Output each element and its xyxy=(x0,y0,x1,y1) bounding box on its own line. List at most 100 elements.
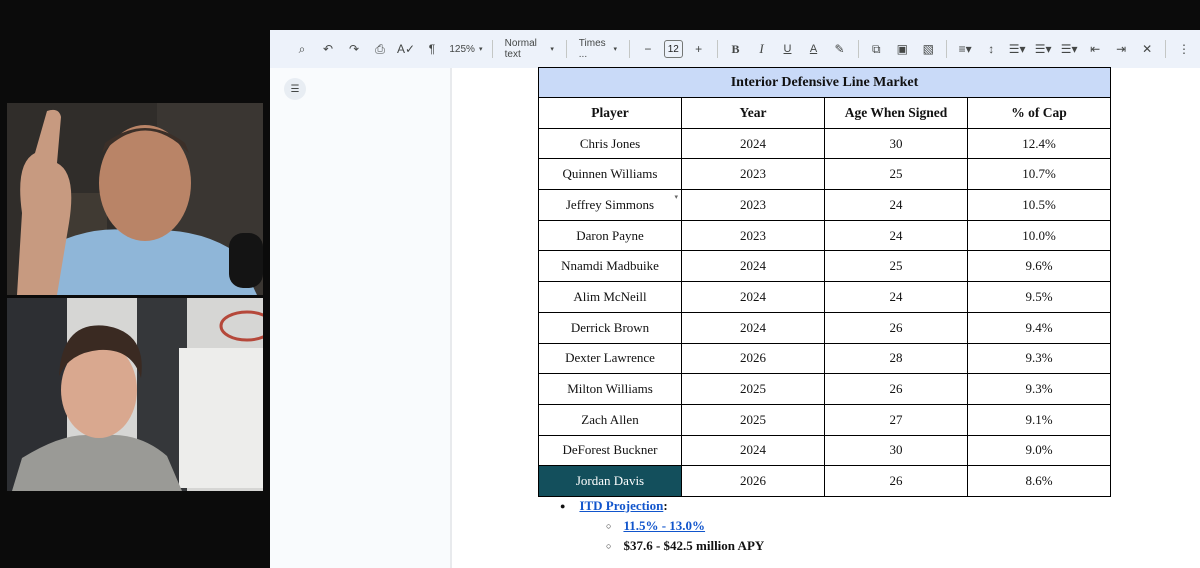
paint-format-icon[interactable]: ¶ xyxy=(422,37,442,61)
bold-icon[interactable]: B xyxy=(726,37,746,61)
cell-player[interactable]: Milton Williams xyxy=(538,373,682,405)
increase-font-size-icon[interactable]: + xyxy=(689,37,709,61)
undo-icon[interactable]: ↶ xyxy=(318,37,338,61)
cell-year[interactable]: 2024 xyxy=(681,127,825,160)
cell-year[interactable]: 2025 xyxy=(681,373,825,405)
cell-player[interactable]: DeForest Buckner xyxy=(538,434,682,467)
cell-player[interactable]: Quinnen Williams xyxy=(538,158,682,191)
cell-year[interactable]: 2023 xyxy=(681,158,825,191)
toolbar-divider xyxy=(857,40,859,58)
insert-link-icon[interactable]: ⧉ xyxy=(866,37,886,61)
cell-year[interactable]: 2023 xyxy=(681,189,825,221)
cell-player[interactable]: Daron Payne xyxy=(538,219,682,252)
spellcheck-icon[interactable]: A✓ xyxy=(396,37,416,61)
zoom-select[interactable]: 125% ▾ xyxy=(448,37,484,61)
paragraph-style-select[interactable]: Normal text ▾ xyxy=(501,37,558,61)
cell-age[interactable]: 24 xyxy=(824,189,968,221)
projection-range-apy: $37.6 - $42.5 million APY xyxy=(623,538,765,553)
cell-age[interactable]: 24 xyxy=(824,219,968,252)
highlight-icon[interactable]: ✎ xyxy=(830,37,850,61)
cell-year[interactable]: 2024 xyxy=(681,281,825,313)
italic-icon[interactable]: I xyxy=(752,37,772,61)
table-row: Milton Williams 2025 26 9.3% xyxy=(538,373,1111,405)
underline-icon[interactable]: U xyxy=(778,37,798,61)
cell-cap[interactable]: 9.3% xyxy=(967,373,1111,405)
cell-age[interactable]: 25 xyxy=(824,158,968,191)
cell-player[interactable]: Chris Jones xyxy=(538,127,682,160)
cell-age[interactable]: 27 xyxy=(824,403,968,436)
increase-indent-icon[interactable]: ⇥ xyxy=(1111,37,1131,61)
cell-age[interactable]: 25 xyxy=(824,250,968,283)
cell-age[interactable]: 30 xyxy=(824,127,968,160)
cell-cap[interactable]: 10.0% xyxy=(967,219,1111,252)
cell-cap[interactable]: 9.3% xyxy=(967,342,1111,375)
cell-player-highlighted[interactable]: Jordan Davis xyxy=(538,465,682,497)
cell-cap[interactable]: 10.5% xyxy=(967,189,1111,221)
projection-label[interactable]: ITD Projection xyxy=(579,498,663,514)
line-spacing-icon[interactable]: ↕ xyxy=(981,37,1001,61)
cell-age[interactable]: 28 xyxy=(824,342,968,375)
cell-cap[interactable]: 9.4% xyxy=(967,311,1111,344)
insert-image-icon[interactable]: ▧ xyxy=(918,37,938,61)
cell-cap[interactable]: 9.5% xyxy=(967,281,1111,313)
cell-player[interactable]: Alim McNeill xyxy=(538,281,682,313)
cell-player[interactable]: Derrick Brown xyxy=(538,311,682,344)
cell-player[interactable]: Nnamdi Madbuike xyxy=(538,250,682,283)
cell-cap[interactable]: 10.7% xyxy=(967,158,1111,191)
text-color-icon[interactable]: A xyxy=(804,37,824,61)
guest-video-frame xyxy=(7,298,263,491)
numbered-list-icon[interactable]: ☰▾ xyxy=(1059,37,1079,61)
style-value: Normal text xyxy=(504,38,537,60)
table-row: Nnamdi Madbuike 2024 25 9.6% xyxy=(538,250,1111,283)
cell-player[interactable]: Dexter Lawrence xyxy=(538,342,682,375)
toolbar-divider xyxy=(629,40,630,58)
cell-year[interactable]: 2023 xyxy=(681,219,825,252)
hollow-bullet-icon: ○ xyxy=(606,521,612,531)
table-row-highlighted: Jordan Davis 2026 26 8.6% xyxy=(538,465,1111,497)
cell-year[interactable]: 2024 xyxy=(681,311,825,344)
decrease-font-size-icon[interactable]: − xyxy=(638,37,658,61)
table-row: Jeffrey Simmons ▾ 2023 24 10.5% xyxy=(538,189,1111,221)
table-header-row: Player Year Age When Signed % of Cap xyxy=(538,97,1111,129)
print-icon[interactable]: ⎙ xyxy=(370,37,390,61)
align-icon[interactable]: ≡▾ xyxy=(955,37,975,61)
redo-icon[interactable]: ↷ xyxy=(344,37,364,61)
docs-window: ⌕ ↶ ↷ ⎙ A✓ ¶ 125% ▾ Normal text ▾ Times ..… xyxy=(270,30,1200,568)
cell-year[interactable]: 2024 xyxy=(681,250,825,283)
cell-cap[interactable]: 12.4% xyxy=(967,127,1111,160)
font-select[interactable]: Times ... ▾ xyxy=(575,37,621,61)
cell-cap[interactable]: 8.6% xyxy=(967,465,1111,497)
outline-list-icon[interactable]: ☰ xyxy=(284,78,306,100)
cell-year[interactable]: 2026 xyxy=(681,342,825,375)
cell-year[interactable]: 2026 xyxy=(681,465,825,497)
bulleted-list-icon[interactable]: ☰▾ xyxy=(1033,37,1053,61)
cell-age[interactable]: 30 xyxy=(824,434,968,467)
cell-age[interactable]: 26 xyxy=(824,373,968,405)
more-options-icon[interactable]: ⋮ xyxy=(1174,37,1194,61)
header-player: Player xyxy=(538,97,682,129)
cell-age[interactable]: 26 xyxy=(824,465,968,497)
cell-year[interactable]: 2025 xyxy=(681,403,825,436)
projection-range-pct[interactable]: 11.5% - 13.0% xyxy=(623,518,705,534)
clear-formatting-icon[interactable]: ✕ xyxy=(1137,37,1157,61)
cell-menu-chevron-icon[interactable]: ▾ xyxy=(674,193,678,201)
cell-age[interactable]: 26 xyxy=(824,311,968,344)
chevron-down-icon: ▾ xyxy=(550,46,554,53)
cell-cap[interactable]: 9.1% xyxy=(967,403,1111,436)
page-edge xyxy=(450,68,452,568)
cell-cap[interactable]: 9.6% xyxy=(967,250,1111,283)
cell-age[interactable]: 24 xyxy=(824,281,968,313)
toolbar-divider xyxy=(491,40,493,58)
cell-player[interactable]: Zach Allen xyxy=(538,403,682,436)
cell-year[interactable]: 2024 xyxy=(681,434,825,467)
table-row: Alim McNeill 2024 24 9.5% xyxy=(538,281,1111,313)
webcam-feed-guest xyxy=(7,298,263,491)
add-comment-icon[interactable]: ▣ xyxy=(892,37,912,61)
checklist-icon[interactable]: ☰▾ xyxy=(1007,37,1027,61)
host-video-frame xyxy=(7,103,263,295)
cell-player-active[interactable]: Jeffrey Simmons ▾ xyxy=(538,189,682,221)
decrease-indent-icon[interactable]: ⇤ xyxy=(1085,37,1105,61)
cell-cap[interactable]: 9.0% xyxy=(967,434,1111,467)
font-size-input[interactable]: 12 xyxy=(663,40,683,58)
search-menus-icon[interactable]: ⌕ xyxy=(292,37,312,61)
